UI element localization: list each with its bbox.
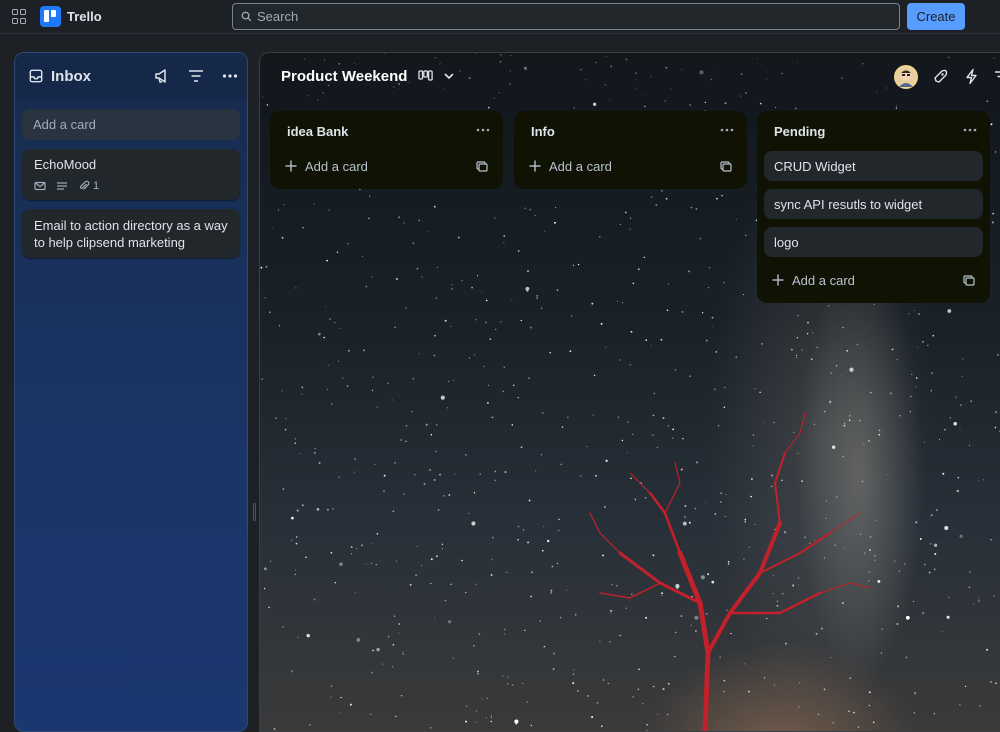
plus-icon	[529, 160, 541, 172]
list-header: Info	[514, 111, 747, 151]
card-title: Email to action directory as a way to he…	[34, 217, 228, 251]
list-title[interactable]: idea Bank	[287, 124, 348, 139]
search-input[interactable]: Search	[232, 3, 900, 30]
add-card-button[interactable]: Add a card	[514, 151, 747, 181]
list-info: Info Add a card	[514, 111, 747, 189]
megaphone-icon[interactable]	[153, 67, 171, 85]
plus-icon	[772, 274, 784, 286]
inbox-icon	[29, 69, 43, 83]
rocket-icon[interactable]	[932, 68, 949, 85]
list-card[interactable]: logo	[764, 227, 983, 257]
more-icon[interactable]	[221, 67, 239, 85]
card-badges: 1	[34, 180, 228, 192]
search-placeholder: Search	[257, 9, 298, 24]
avatar[interactable]	[894, 65, 918, 89]
add-card-label: Add a card	[549, 159, 612, 174]
create-button[interactable]: Create	[907, 3, 965, 30]
app-name: Trello	[67, 9, 102, 24]
top-bar: Trello Search Create	[0, 0, 1000, 34]
board-header: Product Weekend	[260, 53, 1000, 101]
more-icon[interactable]	[962, 123, 978, 137]
more-icon[interactable]	[719, 123, 735, 137]
inbox-title: Inbox	[51, 68, 91, 85]
template-icon[interactable]	[720, 160, 732, 172]
inbox-panel: Inbox Add a card EchoMood 1 Email to act…	[14, 52, 248, 732]
list-header: idea Bank	[270, 111, 503, 151]
inbox-card[interactable]: EchoMood 1	[22, 149, 240, 200]
trello-logo-icon	[40, 6, 61, 27]
add-card-label: Add a card	[792, 273, 855, 288]
inbox-card[interactable]: Email to action directory as a way to he…	[22, 209, 240, 258]
add-card-button[interactable]: Add a card	[757, 265, 990, 295]
board-title[interactable]: Product Weekend	[281, 68, 407, 85]
avatar-icon	[896, 67, 916, 87]
board-view-switcher[interactable]	[418, 69, 455, 83]
inbox-header: Inbox	[15, 53, 247, 99]
trello-logo[interactable]: Trello	[40, 6, 102, 27]
paperclip-icon	[78, 180, 90, 192]
attachment-count: 1	[93, 180, 99, 192]
filter-icon[interactable]	[993, 68, 1000, 85]
add-card-button[interactable]: Add a card	[270, 151, 503, 181]
inbox-add-card-input[interactable]: Add a card	[22, 109, 240, 140]
panel-resize-handle[interactable]	[253, 503, 256, 521]
mail-icon	[34, 180, 46, 192]
board-canvas: Product Weekend idea Bank Add a card Inf…	[259, 52, 1000, 732]
list-card[interactable]: CRUD Widget	[764, 151, 983, 181]
card-title: EchoMood	[34, 157, 228, 172]
chevron-down-icon	[443, 69, 455, 83]
template-icon[interactable]	[476, 160, 488, 172]
plus-icon	[285, 160, 297, 172]
description-icon	[56, 180, 68, 192]
list-header: Pending	[757, 111, 990, 151]
list-card[interactable]: sync API resutls to widget	[764, 189, 983, 219]
filter-icon[interactable]	[187, 67, 205, 85]
list-idea-bank: idea Bank Add a card	[270, 111, 503, 189]
apps-grid-icon[interactable]	[12, 9, 28, 25]
list-pending: Pending CRUD Widget sync API resutls to …	[757, 111, 990, 303]
board-view-icon	[418, 69, 433, 83]
list-title[interactable]: Pending	[774, 124, 825, 139]
more-icon[interactable]	[475, 123, 491, 137]
template-icon[interactable]	[963, 274, 975, 286]
list-title[interactable]: Info	[531, 124, 555, 139]
lightning-icon[interactable]	[963, 68, 980, 85]
add-card-label: Add a card	[305, 159, 368, 174]
search-icon	[241, 11, 252, 22]
